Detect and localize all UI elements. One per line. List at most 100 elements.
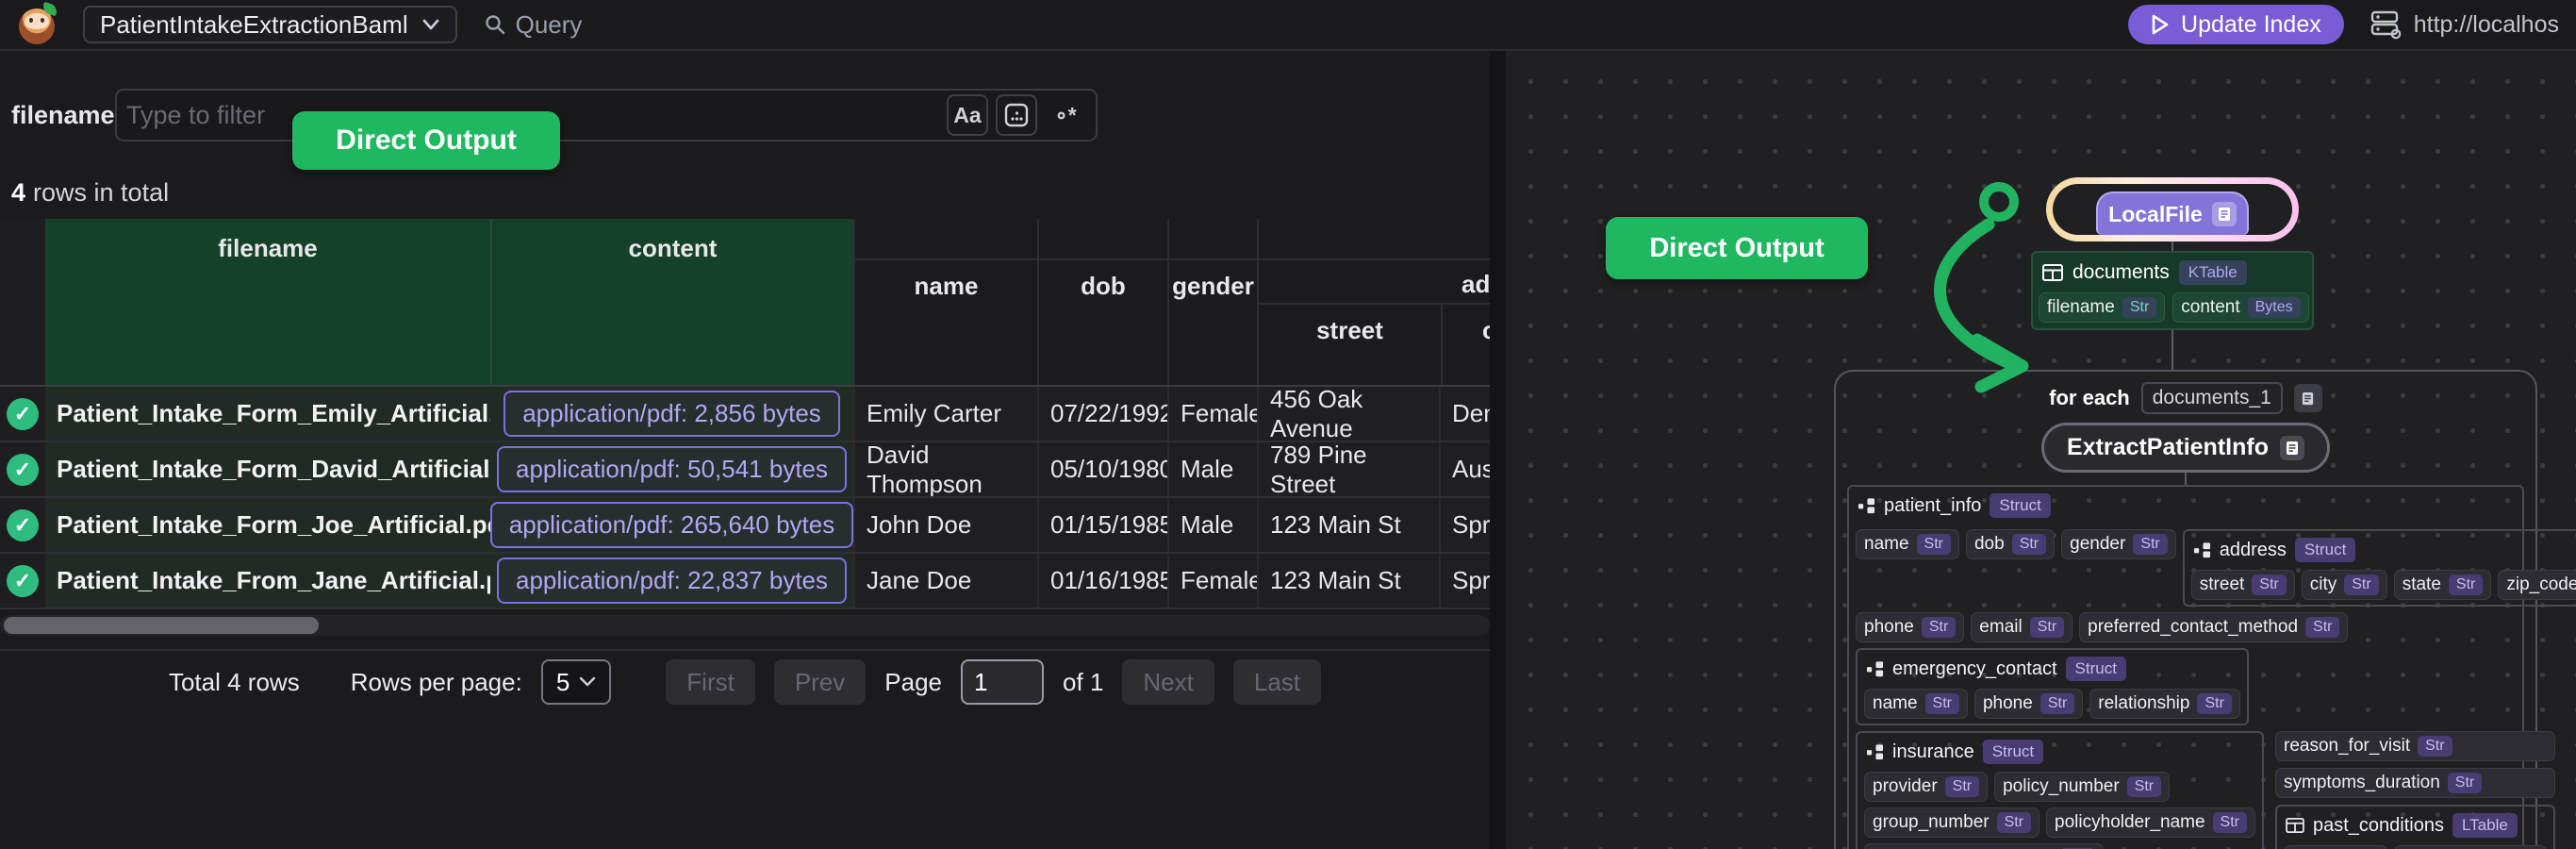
app-logo[interactable] <box>17 5 57 44</box>
first-page-button[interactable]: First <box>666 659 755 705</box>
field-label: phone <box>1864 617 1914 638</box>
documents-label: documents <box>2072 261 2170 284</box>
cell-filename: Patient_Intake_Form_Joe_Artificial.pdf <box>45 498 490 552</box>
foreach-doc-icon[interactable] <box>2294 384 2322 412</box>
match-word-button[interactable] <box>996 94 1037 136</box>
field-chip-content[interactable]: content Bytes <box>2172 292 2308 323</box>
chevron-down-icon <box>579 676 596 688</box>
header-gender: gender <box>1169 260 1257 301</box>
field-chip[interactable]: nameStr <box>2284 845 2387 849</box>
struct-name: insurance <box>1892 741 1974 763</box>
field-chip[interactable]: policyholder_nameStr <box>2046 807 2255 838</box>
horizontal-scrollbar[interactable] <box>0 615 1490 636</box>
field-type-badge: Str <box>2197 693 2231 714</box>
table-row[interactable]: ✓ Patient_Intake_From_Jane_Artificial.pd… <box>0 554 1490 609</box>
pipeline-graph-panel[interactable]: Direct Output LocalFile documents KTable… <box>1506 51 2576 849</box>
update-index-button[interactable]: Update Index <box>2128 5 2344 44</box>
table-row[interactable]: ✓ Patient_Intake_Form_Joe_Artificial.pdf… <box>0 498 1490 554</box>
schema-name: patient_info <box>1884 495 1981 517</box>
results-table: filename content name dob gender address… <box>0 219 1490 609</box>
field-chip[interactable]: nameStr <box>1864 689 1968 719</box>
field-chip[interactable]: stateStr <box>2394 570 2492 600</box>
field-chip[interactable]: streetStr <box>2191 570 2295 600</box>
foreach-container[interactable]: for each documents_1 ExtractPatientInfo … <box>1834 370 2537 849</box>
table-row[interactable]: ✓ Patient_Intake_Form_David_Artificial.p… <box>0 442 1490 498</box>
last-page-button[interactable]: Last <box>1233 659 1321 705</box>
header-content[interactable]: content <box>490 219 853 385</box>
field-chip[interactable]: symptoms_durationStr <box>2275 768 2555 798</box>
regex-button[interactable]: ∘* <box>1045 94 1086 136</box>
field-chip[interactable]: reason_for_visitStr <box>2275 731 2555 761</box>
cell-name: John Doe <box>853 498 1037 552</box>
match-case-button[interactable]: Aa <box>947 94 988 136</box>
field-type-badge: Str <box>2127 776 2161 797</box>
cell-name: David Thompson <box>853 442 1037 496</box>
table-row[interactable]: ✓ Patient_Intake_Form_Emily_Artificial.p… <box>0 387 1490 442</box>
header-filename[interactable]: filename <box>45 219 490 385</box>
field-chip[interactable]: policy_numberStr <box>1994 772 2170 802</box>
field-chip[interactable]: diagnosedBool <box>2394 845 2547 849</box>
horizontal-scrollbar-thumb[interactable] <box>4 617 319 634</box>
page-of-label: of 1 <box>1063 668 1103 697</box>
content-bytes-badge[interactable]: application/pdf: 265,640 bytes <box>490 502 853 548</box>
top-bar: PatientIntakeExtractionBaml Query Update… <box>0 0 2576 51</box>
cell-gender: Female <box>1167 387 1257 441</box>
pipeline-select[interactable]: PatientIntakeExtractionBaml <box>83 6 457 43</box>
field-chip[interactable]: preferred_contact_methodStr <box>2079 612 2348 642</box>
next-page-button[interactable]: Next <box>1122 659 1214 705</box>
update-index-label: Update Index <box>2181 11 2321 39</box>
field-type-badge: Bytes <box>2248 297 2301 318</box>
emergency-contact-node[interactable]: emergency_contact Struct nameStr phoneSt… <box>1856 648 2249 725</box>
header-address-group[interactable]: address street city <box>1257 219 1490 385</box>
localfile-node[interactable]: LocalFile <box>2096 191 2249 235</box>
extract-patient-info-node[interactable]: ExtractPatientInfo <box>2041 423 2330 473</box>
field-chip[interactable]: nameStr <box>1856 529 1959 559</box>
documents-output-node[interactable]: documents KTable filename Str content By… <box>2031 251 2314 330</box>
header-dob-col[interactable]: dob <box>1037 219 1167 385</box>
struct-type-badge: Struct <box>2295 538 2355 562</box>
address-struct-node[interactable]: address Struct streetStr cityStr stateSt… <box>2183 529 2576 607</box>
header-name-col[interactable]: name <box>853 219 1037 385</box>
page-size-select[interactable]: 5 <box>541 659 611 705</box>
rows-count-text: rows in total <box>33 178 169 208</box>
page-number-input[interactable] <box>961 659 1044 705</box>
search-icon <box>484 13 506 36</box>
foreach-binding[interactable]: documents_1 <box>2141 382 2283 414</box>
chevron-down-icon <box>421 18 440 31</box>
header-gender-col[interactable]: gender <box>1167 219 1257 385</box>
field-chip[interactable]: relationshipStr <box>2089 689 2240 719</box>
field-type-badge: Str <box>2133 534 2167 555</box>
query-button[interactable]: Query <box>484 10 583 40</box>
edge-localfile-documents <box>2171 241 2173 251</box>
ltable-name: past_conditions <box>2313 815 2444 837</box>
prev-page-button[interactable]: Prev <box>774 659 866 705</box>
field-chip[interactable]: providerStr <box>1864 772 1988 802</box>
field-chip[interactable]: phoneStr <box>1856 612 1964 642</box>
insurance-node[interactable]: insurance Struct providerStr policy_numb… <box>1856 731 2264 849</box>
struct-icon <box>1866 743 1884 761</box>
field-chip[interactable]: dobStr <box>1966 529 2055 559</box>
field-chip-filename[interactable]: filename Str <box>2039 292 2165 323</box>
struct-type-badge: Struct <box>1983 740 2043 764</box>
past-conditions-node[interactable]: past_conditions LTable nameStr diagnosed… <box>2275 805 2555 849</box>
field-chip[interactable]: cityStr <box>2302 570 2387 600</box>
content-bytes-badge[interactable]: application/pdf: 2,856 bytes <box>504 391 840 437</box>
field-chip[interactable]: emailStr <box>1971 612 2072 642</box>
field-chip[interactable]: group_numberStr <box>1864 807 2039 838</box>
field-chip[interactable]: phoneStr <box>1974 689 2083 719</box>
field-chip[interactable]: genderStr <box>2061 529 2176 559</box>
field-label: symptoms_duration <box>2284 773 2440 793</box>
field-label: name <box>1873 693 1918 714</box>
content-bytes-badge[interactable]: application/pdf: 22,837 bytes <box>497 558 847 604</box>
content-bytes-badge[interactable]: application/pdf: 50,541 bytes <box>497 446 847 492</box>
field-chip[interactable]: zip_codeStr <box>2498 570 2576 600</box>
row-success-check-icon: ✓ <box>7 509 39 541</box>
field-chip[interactable]: relationship_to_patientStr <box>1864 843 2104 849</box>
cell-dob: 01/16/1985 <box>1037 554 1167 608</box>
field-type-badge: Str <box>2305 617 2339 638</box>
play-icon <box>2151 14 2170 35</box>
header-dob: dob <box>1039 260 1167 301</box>
rows-count: 4 <box>11 178 25 208</box>
patient-info-node[interactable]: patient_info Struct nameStr dobStr gende… <box>1847 485 2524 849</box>
row-success-check-icon: ✓ <box>7 454 39 486</box>
